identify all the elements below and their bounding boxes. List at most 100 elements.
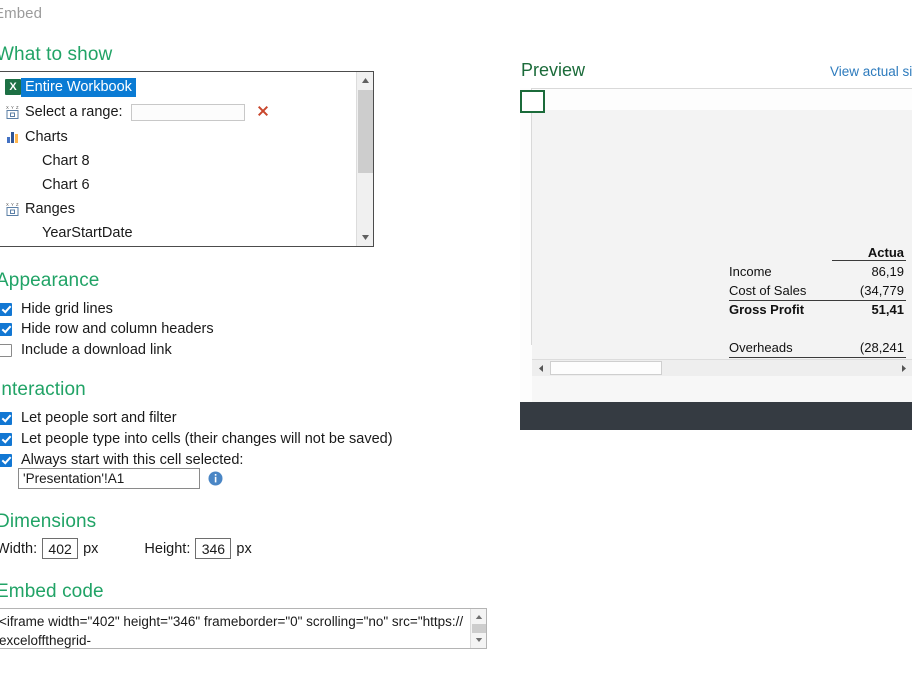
list-item-label: YearStartDate xyxy=(42,225,133,241)
svg-text:X: X xyxy=(6,105,9,110)
dimensions-row: Width: px Height: px xyxy=(0,538,252,559)
checkbox-include-download-link[interactable]: Include a download link xyxy=(0,342,172,358)
section-heading-what-to-show: What to show xyxy=(0,44,113,65)
chart-icon xyxy=(5,129,21,145)
checkbox-hide-row-column-headers[interactable]: Hide row and column headers xyxy=(0,321,214,337)
section-heading-embed-code: Embed code xyxy=(0,581,104,602)
section-heading-interaction: Interaction xyxy=(0,379,86,400)
list-item-label: Charts xyxy=(25,129,68,145)
svg-text:Z: Z xyxy=(16,105,19,110)
checkbox-hide-grid-lines[interactable]: Hide grid lines xyxy=(0,301,113,317)
checkbox-label: Include a download link xyxy=(21,342,172,358)
preview-panel: Preview View actual siz Actua Income 86,… xyxy=(520,0,912,695)
page-tab-title: Embed xyxy=(0,5,43,22)
svg-text:X: X xyxy=(6,202,9,207)
scroll-up-arrow-icon[interactable] xyxy=(471,610,486,624)
preview-horizontal-scrollbar[interactable] xyxy=(532,359,912,376)
preview-heading: Preview xyxy=(521,60,586,80)
list-item-charts[interactable]: Charts xyxy=(0,125,356,149)
preview-frame[interactable]: Actua Income 86,19 Cost of Sales (34,779… xyxy=(520,88,912,430)
select-range-input[interactable] xyxy=(130,103,245,121)
range-icon: X Y Z xyxy=(5,201,21,217)
list-item-chart-6[interactable]: Chart 6 xyxy=(0,173,356,197)
table-row-spacer xyxy=(720,319,912,338)
checkbox-icon[interactable] xyxy=(0,432,12,446)
scrollbar-thumb[interactable] xyxy=(472,624,486,633)
delete-x-icon[interactable] xyxy=(255,104,271,120)
embed-code-scrollbar[interactable] xyxy=(470,609,486,648)
checkbox-icon[interactable] xyxy=(0,343,12,357)
width-input[interactable] xyxy=(42,538,79,559)
checkbox-icon[interactable] xyxy=(0,302,12,316)
view-actual-size-link[interactable]: View actual siz xyxy=(830,64,912,79)
table-row: Gross Profit 51,41 xyxy=(720,300,912,319)
checkbox-icon[interactable] xyxy=(0,411,12,425)
settings-panel: Embed What to show X Entire Workbook X Y… xyxy=(0,0,520,695)
table-row: Overheads (28,241 xyxy=(720,338,912,357)
preview-financial-table: Actua Income 86,19 Cost of Sales (34,779… xyxy=(720,243,912,376)
table-cell-label: Overheads xyxy=(729,340,793,355)
list-item-yearenddate[interactable]: YearEndDate xyxy=(0,245,356,246)
list-item-label: Ranges xyxy=(25,201,75,217)
table-cell-label: Cost of Sales xyxy=(729,283,807,298)
list-item-entire-workbook[interactable]: X Entire Workbook xyxy=(0,75,356,99)
scroll-right-arrow-icon[interactable] xyxy=(895,360,912,376)
table-cell-value: 86,19 xyxy=(871,264,904,279)
what-to-show-listbox[interactable]: X Entire Workbook X Y Z Select a range: xyxy=(0,71,374,247)
table-cell-value: (34,779 xyxy=(859,283,904,298)
checkbox-type-into-cells[interactable]: Let people type into cells (their change… xyxy=(0,431,393,447)
height-label: Height: xyxy=(144,540,191,557)
scrollbar-thumb[interactable] xyxy=(550,361,662,375)
section-heading-appearance: Appearance xyxy=(0,270,100,291)
table-header-row: Actua xyxy=(720,243,912,262)
list-item-ranges[interactable]: X Y Z Ranges xyxy=(0,197,356,221)
table-row: Income 86,19 xyxy=(720,262,912,281)
checkbox-start-cell-selected[interactable]: Always start with this cell selected: xyxy=(0,452,243,468)
list-item-label: Chart 6 xyxy=(42,177,90,193)
scroll-up-arrow-icon[interactable] xyxy=(357,72,373,89)
table-cell-label: Gross Profit xyxy=(729,302,805,317)
checkbox-icon[interactable] xyxy=(0,322,12,336)
height-input[interactable] xyxy=(195,538,232,559)
height-unit-label: px xyxy=(236,540,252,557)
section-heading-dimensions: Dimensions xyxy=(0,511,97,532)
range-icon: X Y Z xyxy=(5,104,21,120)
list-item-label: Chart 8 xyxy=(42,153,90,169)
scroll-left-arrow-icon[interactable] xyxy=(532,360,549,376)
select-range-label: Select a range: xyxy=(25,104,123,120)
list-item-label: Entire Workbook xyxy=(21,77,136,97)
start-cell-row xyxy=(18,468,223,489)
checkbox-sort-and-filter[interactable]: Let people sort and filter xyxy=(0,410,177,426)
width-label: Width: xyxy=(0,540,38,557)
checkbox-icon[interactable] xyxy=(0,453,12,467)
width-unit-label: px xyxy=(83,540,99,557)
embed-code-textarea[interactable]: <iframe width="402" height="346" framebo… xyxy=(0,608,487,649)
table-cell-label: Income xyxy=(729,264,772,279)
scroll-down-arrow-icon[interactable] xyxy=(471,633,486,647)
excel-icon: X xyxy=(5,79,21,95)
preview-footer-bar xyxy=(520,402,912,430)
list-item-yearstartdate[interactable]: YearStartDate xyxy=(0,221,356,245)
selected-cell-a1[interactable] xyxy=(520,90,545,113)
checkbox-label: Let people type into cells (their change… xyxy=(21,431,393,447)
listbox-items: X Entire Workbook X Y Z Select a range: xyxy=(0,72,356,246)
start-cell-input[interactable] xyxy=(18,468,200,489)
preview-lower-strip xyxy=(532,376,912,402)
table-cell-value: (28,241 xyxy=(859,340,904,355)
scrollbar-thumb[interactable] xyxy=(358,90,373,173)
info-icon[interactable] xyxy=(208,471,223,486)
svg-text:Y: Y xyxy=(11,105,14,110)
scroll-down-arrow-icon[interactable] xyxy=(357,229,373,246)
table-header-value: Actua xyxy=(867,245,904,260)
checkbox-label: Hide grid lines xyxy=(21,301,113,317)
list-item-chart-8[interactable]: Chart 8 xyxy=(0,149,356,173)
list-item-select-a-range[interactable]: X Y Z Select a range: xyxy=(0,99,356,125)
preview-top-border xyxy=(531,88,912,89)
listbox-vertical-scrollbar[interactable] xyxy=(356,72,373,246)
svg-text:Y: Y xyxy=(11,202,14,207)
embed-code-text: <iframe width="402" height="346" framebo… xyxy=(0,614,464,648)
checkbox-label: Hide row and column headers xyxy=(21,321,214,337)
checkbox-label: Let people sort and filter xyxy=(21,410,177,426)
table-row: Cost of Sales (34,779 xyxy=(720,281,912,300)
checkbox-label: Always start with this cell selected: xyxy=(21,452,244,468)
